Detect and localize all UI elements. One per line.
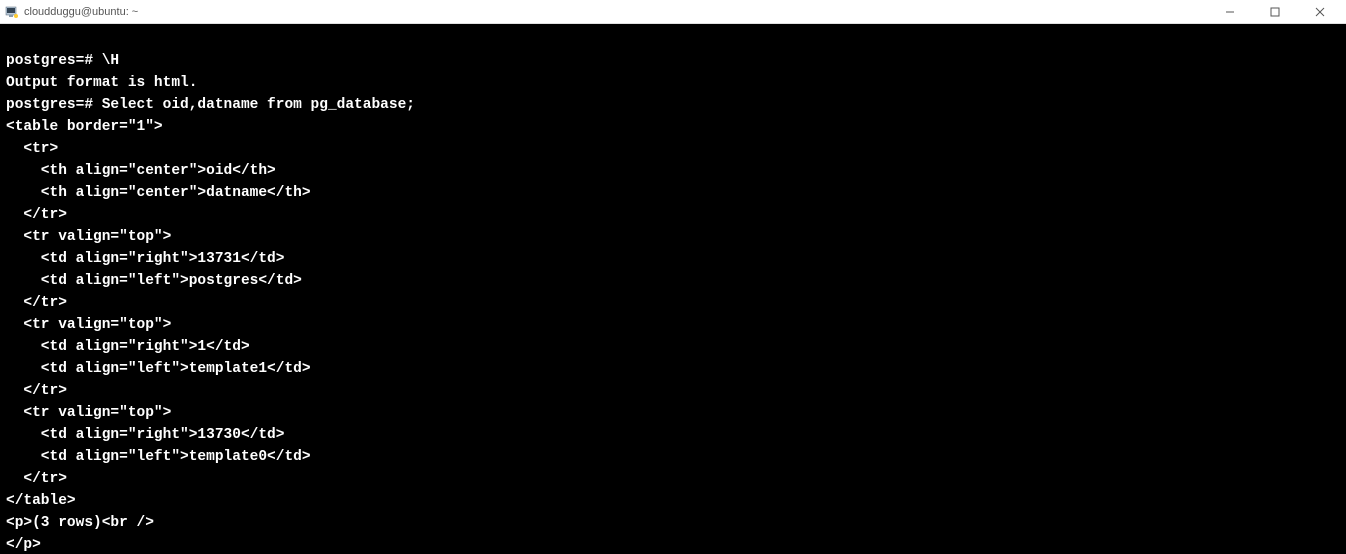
terminal-line: </tr> xyxy=(6,383,67,399)
terminal-line: <td align="right">1</td> xyxy=(6,339,250,355)
terminal-line: Output format is html. xyxy=(6,75,197,91)
terminal-line: </p> xyxy=(6,537,41,553)
terminal-line: <table border="1"> xyxy=(6,119,163,135)
terminal-line: <td align="left">template1</td> xyxy=(6,361,311,377)
minimize-button[interactable] xyxy=(1207,1,1252,23)
terminal-line: <td align="right">13731</td> xyxy=(6,251,284,267)
terminal-line: </tr> xyxy=(6,295,67,311)
terminal-line: <tr valign="top"> xyxy=(6,317,171,333)
terminal-line: </tr> xyxy=(6,471,67,487)
terminal-line: <tr> xyxy=(6,141,58,157)
terminal-window: cloudduggu@ubuntu: ~ postgres=# \H Outpu… xyxy=(0,0,1346,554)
titlebar: cloudduggu@ubuntu: ~ xyxy=(0,0,1346,24)
terminal-line: <tr valign="top"> xyxy=(6,229,171,245)
putty-icon xyxy=(4,4,20,20)
terminal-output[interactable]: postgres=# \H Output format is html. pos… xyxy=(0,24,1346,554)
terminal-line: </tr> xyxy=(6,207,67,223)
terminal-line: <td align="left">template0</td> xyxy=(6,449,311,465)
window-title: cloudduggu@ubuntu: ~ xyxy=(24,6,1207,18)
terminal-line: postgres=# \H xyxy=(6,53,119,69)
close-button[interactable] xyxy=(1297,1,1342,23)
terminal-line: <p>(3 rows)<br /> xyxy=(6,515,154,531)
terminal-line: <th align="center">oid</th> xyxy=(6,163,276,179)
maximize-button[interactable] xyxy=(1252,1,1297,23)
terminal-line: </table> xyxy=(6,493,76,509)
terminal-line: <tr valign="top"> xyxy=(6,405,171,421)
terminal-line: <th align="center">datname</th> xyxy=(6,185,311,201)
terminal-line: <td align="left">postgres</td> xyxy=(6,273,302,289)
terminal-line: postgres=# Select oid,datname from pg_da… xyxy=(6,97,415,113)
window-controls xyxy=(1207,1,1342,23)
terminal-line: <td align="right">13730</td> xyxy=(6,427,284,443)
